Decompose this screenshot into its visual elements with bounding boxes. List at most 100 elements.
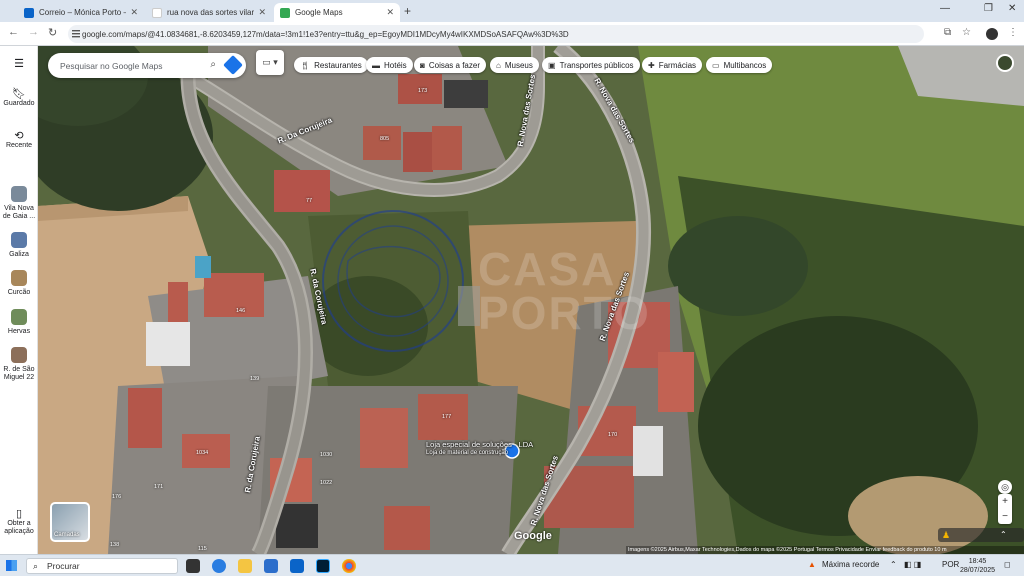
tab-outlook[interactable]: Correio – Mónica Porto – Outlo ✕ bbox=[18, 3, 144, 22]
house-number: 173 bbox=[418, 88, 428, 94]
house-number: 77 bbox=[306, 198, 313, 204]
search-icon: ⌕ bbox=[33, 561, 39, 571]
bookmark-star-icon[interactable]: ☆ bbox=[962, 27, 971, 38]
profile-avatar[interactable] bbox=[986, 28, 998, 40]
weather-label[interactable]: Máxima recorde bbox=[822, 560, 879, 569]
close-icon[interactable]: ✕ bbox=[386, 7, 394, 18]
taskbar-search-placeholder: Procurar bbox=[47, 561, 80, 571]
recent-place[interactable]: Curcão bbox=[0, 270, 38, 297]
store-icon[interactable] bbox=[264, 559, 278, 573]
tab-google-maps[interactable]: Google Maps ✕ bbox=[274, 3, 400, 22]
tab-title: Correio – Mónica Porto – Outlo bbox=[39, 8, 126, 17]
weather-icon: ▲ bbox=[808, 560, 816, 569]
my-location-icon[interactable]: ◎ bbox=[998, 480, 1012, 494]
chip-atms[interactable]: ▭ Multibancos bbox=[706, 57, 773, 73]
recent-place[interactable]: Galiza bbox=[0, 232, 38, 259]
satellite-map[interactable]: CASA PORTO R. Da Corujeira R. da Corujei… bbox=[38, 46, 1024, 554]
place-thumbnail bbox=[11, 347, 27, 363]
windows-taskbar: ⌕ Procurar ▲ Máxima recorde ⌃ ◧ ◨ POR 18… bbox=[0, 554, 1024, 576]
close-icon[interactable]: ✕ bbox=[130, 7, 138, 18]
recent-place-label: Hervas bbox=[7, 328, 31, 335]
place-thumbnail bbox=[11, 309, 27, 325]
url-text: google.com/maps/@41.0834681,-8.6203459,1… bbox=[82, 29, 569, 39]
task-view-icon[interactable] bbox=[186, 559, 200, 573]
outlook-icon bbox=[24, 7, 34, 18]
chip-things-to-do[interactable]: ◙ Coisas a fazer bbox=[414, 57, 486, 73]
notification-icon[interactable]: ◻ bbox=[1004, 560, 1011, 569]
install-icon[interactable]: ⧉ bbox=[944, 27, 951, 38]
menu-dots-icon[interactable]: ⋮ bbox=[1008, 27, 1018, 38]
chrome-icon[interactable] bbox=[342, 559, 356, 573]
get-app-button[interactable]: ▯ Obter a aplicação bbox=[0, 509, 38, 536]
house-number: 177 bbox=[442, 414, 452, 420]
chip-label: Farmácias bbox=[658, 60, 697, 70]
search-icon[interactable]: ⌕ bbox=[210, 59, 216, 70]
outlook-icon[interactable] bbox=[290, 559, 304, 573]
tab-search[interactable]: rua nova das sortes vilar do pa ✕ bbox=[146, 3, 272, 22]
chip-hotels[interactable]: ▬ Hotéis bbox=[366, 57, 413, 73]
file-explorer-icon[interactable] bbox=[238, 559, 252, 573]
edge-icon[interactable] bbox=[212, 559, 226, 573]
close-window-icon[interactable]: ✕ bbox=[1008, 3, 1016, 14]
poi-label[interactable]: Loja especial de soluções - LDA Loja de … bbox=[426, 440, 533, 458]
recent-place-label: R. de São Miguel 22 bbox=[3, 366, 35, 381]
language-indicator[interactable]: POR bbox=[942, 560, 959, 569]
minimize-icon[interactable]: — bbox=[940, 3, 950, 14]
photoshop-icon[interactable] bbox=[316, 559, 330, 573]
browser-tab-bar: Correio – Mónica Porto – Outlo ✕ rua nov… bbox=[0, 0, 1024, 22]
site-info-icon[interactable] bbox=[72, 29, 80, 38]
attribution-bar: Imagens ©2025 Airbus,Maxar Technologies,… bbox=[626, 546, 1024, 554]
maps-icon bbox=[280, 7, 290, 18]
house-number: 1030 bbox=[320, 452, 333, 458]
imagery-strip[interactable] bbox=[938, 528, 1024, 542]
recent-place[interactable]: Hervas bbox=[0, 309, 38, 336]
tray-icons[interactable]: ◧ ◨ bbox=[904, 560, 921, 569]
recent-place[interactable]: Vila Nova de Gaia ... bbox=[0, 186, 38, 221]
tab-title: rua nova das sortes vilar do pa bbox=[167, 8, 255, 17]
chip-label: Hotéis bbox=[384, 60, 407, 70]
account-avatar[interactable] bbox=[996, 54, 1014, 72]
house-number: 1034 bbox=[196, 450, 209, 456]
recent-label: Recente bbox=[5, 142, 33, 149]
chip-label: Coisas a fazer bbox=[428, 60, 480, 70]
zoom-out-button[interactable]: − bbox=[998, 509, 1012, 524]
house-number: 176 bbox=[112, 494, 122, 500]
windows-start-icon[interactable] bbox=[6, 560, 17, 571]
url-field[interactable]: google.com/maps/@41.0834681,-8.6203459,1… bbox=[68, 25, 924, 43]
close-icon[interactable]: ✕ bbox=[258, 7, 266, 18]
chip-restaurants[interactable]: 🍴︎ Restaurantes bbox=[294, 57, 368, 73]
google-icon bbox=[152, 7, 162, 18]
recent-place-label: Vila Nova de Gaia ... bbox=[2, 205, 36, 220]
recent-place[interactable]: R. de São Miguel 22 bbox=[0, 347, 38, 382]
forward-icon[interactable]: → bbox=[28, 26, 39, 38]
tab-title: Google Maps bbox=[295, 8, 343, 17]
directions-icon[interactable] bbox=[223, 55, 243, 75]
get-app-label: Obter a aplicação bbox=[4, 520, 34, 535]
watermark-line2: PORTO bbox=[478, 287, 651, 339]
chip-transit[interactable]: ▣ Transportes públicos bbox=[542, 57, 640, 73]
house-number: 146 bbox=[236, 308, 246, 314]
taskbar-clock[interactable]: 18:45 28/07/2025 bbox=[960, 557, 995, 575]
chip-label: Museus bbox=[504, 60, 533, 70]
camera-icon: ◙ bbox=[420, 60, 425, 70]
hamburger-menu-icon[interactable]: ☰ bbox=[0, 59, 38, 70]
atm-icon: ▭ bbox=[712, 60, 720, 70]
search-input[interactable]: Pesquisar no Google Maps ⌕ bbox=[48, 53, 246, 78]
place-thumbnail bbox=[11, 186, 27, 202]
chip-museums[interactable]: ⌂ Museus bbox=[490, 57, 539, 73]
zoom-in-button[interactable]: + bbox=[998, 494, 1012, 509]
map-view-toggle-button[interactable]: ▭ ▾ bbox=[256, 50, 284, 75]
chip-pharmacies[interactable]: ✚ Farmácias bbox=[642, 57, 703, 73]
restaurant-icon: 🍴︎ bbox=[300, 60, 311, 70]
back-icon[interactable]: ← bbox=[8, 26, 19, 38]
expand-icon[interactable]: ⌃ bbox=[1000, 530, 1007, 539]
taskbar-search-input[interactable]: ⌕ Procurar bbox=[26, 558, 178, 574]
tray-chevron-icon[interactable]: ⌃ bbox=[890, 560, 897, 569]
restore-icon[interactable]: ❐ bbox=[984, 3, 993, 14]
reload-icon[interactable]: ↻ bbox=[48, 26, 57, 39]
new-tab-button[interactable]: + bbox=[404, 4, 411, 18]
pegman-icon[interactable]: ♟ bbox=[942, 530, 950, 541]
recent-button[interactable]: ⟲ Recente bbox=[0, 131, 38, 150]
saved-button[interactable]: 🔖︎ Guardado bbox=[0, 89, 38, 108]
layers-button[interactable]: Camadas bbox=[50, 502, 90, 542]
